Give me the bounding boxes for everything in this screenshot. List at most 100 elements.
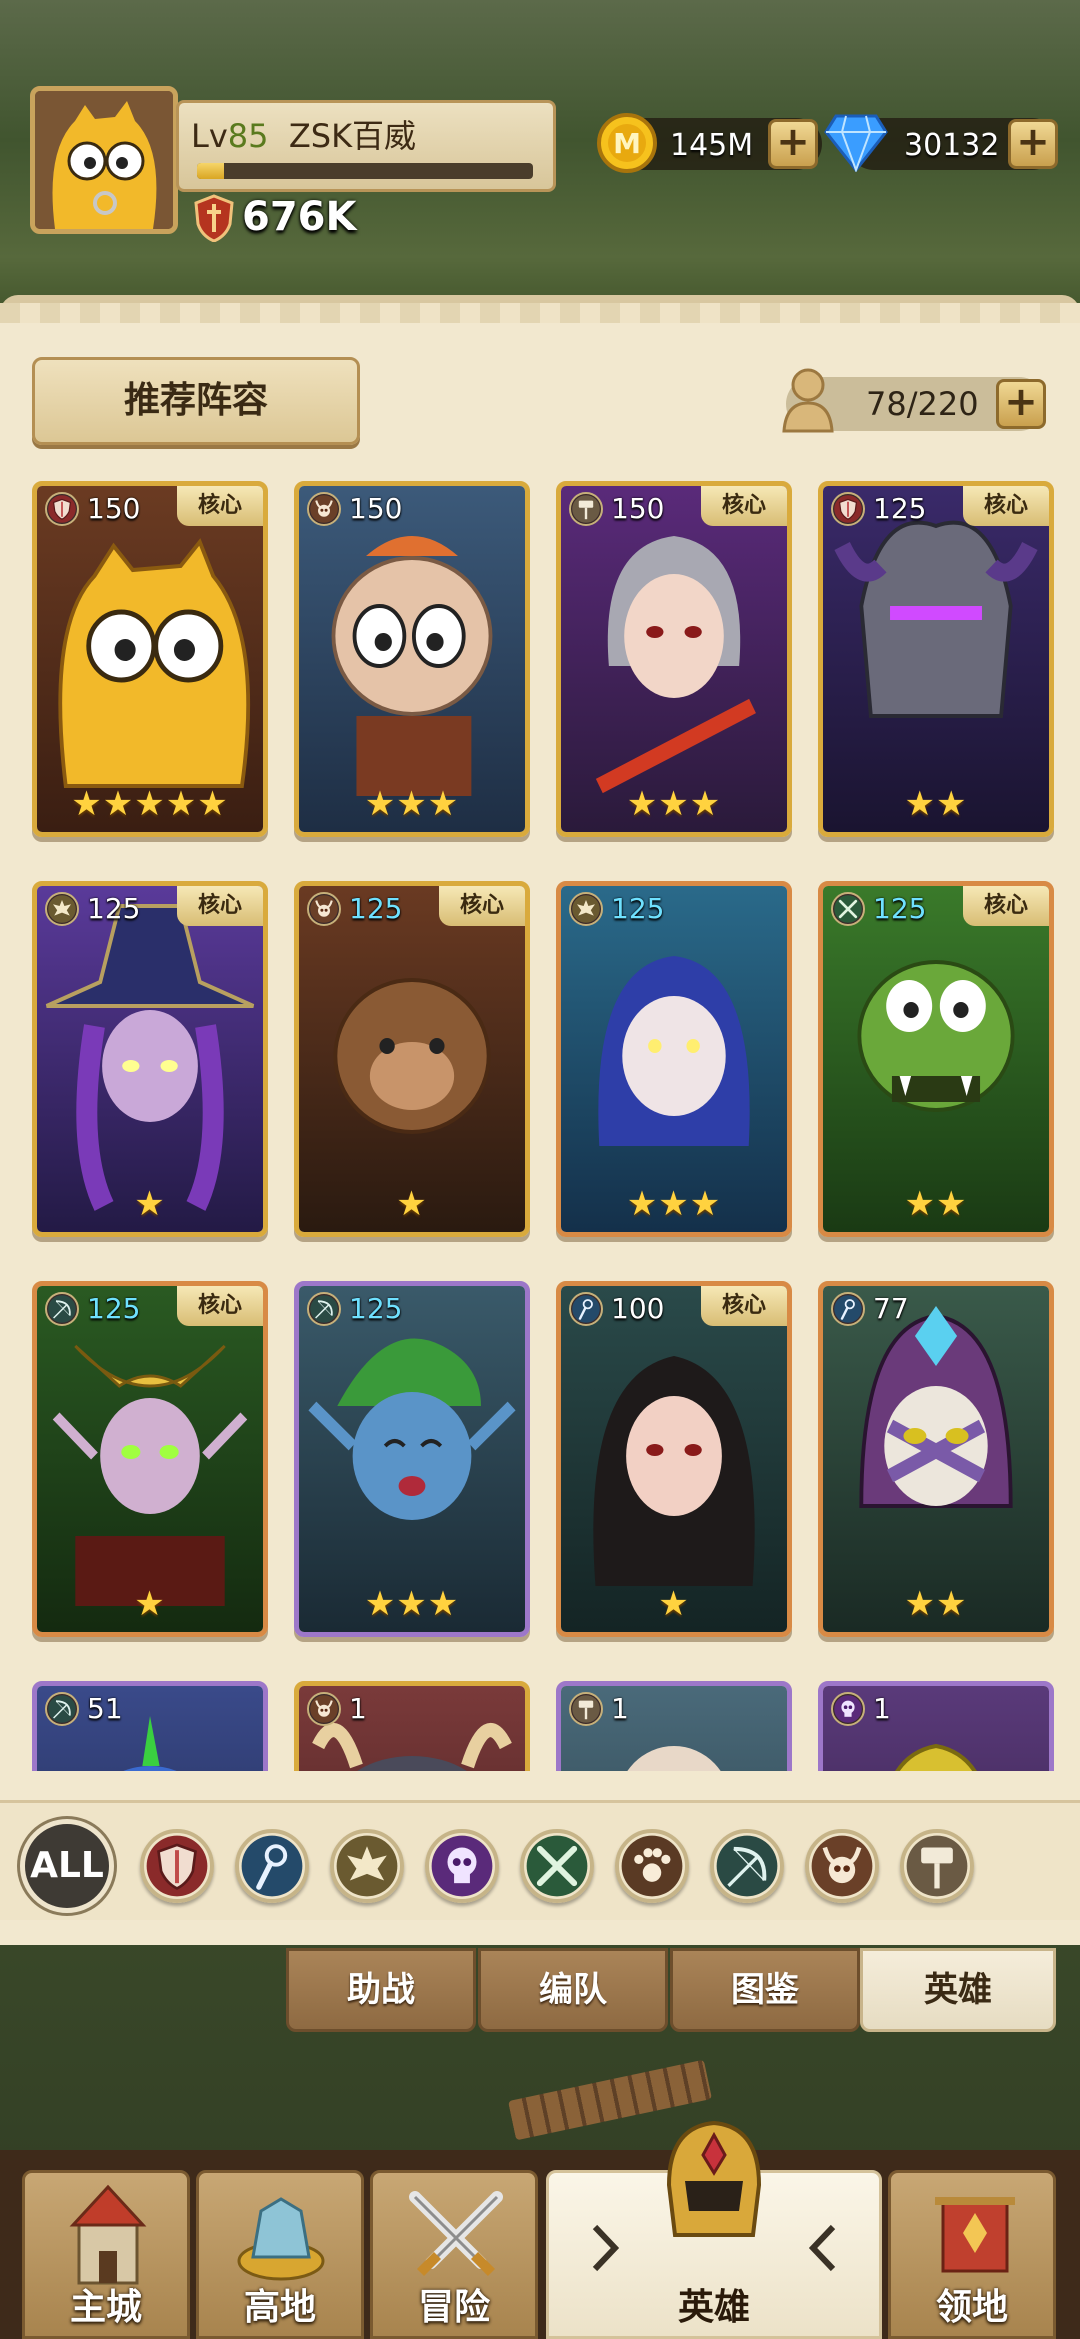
hero-level: 125 xyxy=(45,892,140,926)
hammer-icon xyxy=(569,1692,603,1726)
player-level-name: Lv85 ZSK百威 xyxy=(191,111,416,157)
filter-paw-icon[interactable] xyxy=(615,1829,689,1903)
hero-stars: ★★ xyxy=(904,784,968,824)
hero-stars: ★★★ xyxy=(364,784,460,824)
hero-panel: 推荐阵容 78/220 + 150 核心 ★★★★★ 150 ★★★ 150 核心 ★★★ 12… xyxy=(0,295,1080,1945)
hero-card[interactable]: 125 ★★★ xyxy=(294,1281,530,1637)
hero-card[interactable]: 125 ★★★ xyxy=(556,881,792,1237)
panel-border-pattern xyxy=(0,303,1080,323)
nav-label: 高地 xyxy=(243,2287,316,2328)
hero-card[interactable]: 125 核心 ★★ xyxy=(818,481,1054,837)
hero-stars: ★ xyxy=(134,1584,166,1624)
hero-capacity: 78/220 + xyxy=(782,368,1046,433)
filter-staff-icon[interactable] xyxy=(235,1829,309,1903)
chevron-right-icon xyxy=(592,2224,619,2272)
blue-goblin-portrait xyxy=(299,1286,525,1632)
hero-level-value: 1 xyxy=(873,1692,891,1725)
hero-stars: ★★★ xyxy=(626,1184,722,1224)
nav-label: 英雄 xyxy=(677,2287,750,2328)
core-badge: 核心 xyxy=(177,1286,263,1326)
hero-card[interactable]: 125 核心 ★★ xyxy=(818,881,1054,1237)
nav-main-city[interactable]: 主城 xyxy=(22,2170,190,2339)
nav-adventure[interactable]: 冒险 xyxy=(370,2170,538,2339)
elf-queen-portrait xyxy=(37,1286,263,1632)
gold-coin-icon: M xyxy=(597,113,657,173)
filter-horned-skull-icon[interactable] xyxy=(805,1829,879,1903)
hero-level-value: 150 xyxy=(611,492,665,525)
hero-card[interactable]: 51 xyxy=(32,1681,268,1771)
expand-capacity-button[interactable]: + xyxy=(996,379,1046,429)
player-info-panel: Lv85 ZSK百威 xyxy=(176,100,556,192)
filter-skull-icon[interactable] xyxy=(425,1829,499,1903)
add-gem-button[interactable]: + xyxy=(1008,119,1058,169)
hero-level: 1 xyxy=(569,1692,629,1726)
hero-grid[interactable]: 150 核心 ★★★★★ 150 ★★★ 150 核心 ★★★ 125 核心 ★★ 125 核心 ★ 125… xyxy=(32,481,1056,1771)
level-prefix: Lv xyxy=(191,117,228,155)
shield-icon xyxy=(831,492,865,526)
core-badge: 核心 xyxy=(963,886,1049,926)
hero-card[interactable]: 150 ★★★ xyxy=(294,481,530,837)
hero-card[interactable]: 125 核心 ★ xyxy=(32,881,268,1237)
tab-codex[interactable]: 图鉴 xyxy=(670,1948,860,2032)
nav-label: 领地 xyxy=(935,2287,1008,2328)
player-name: ZSK百威 xyxy=(288,117,417,155)
core-badge: 核心 xyxy=(963,486,1049,526)
hero-level: 77 xyxy=(831,1292,909,1326)
nav-label: 主城 xyxy=(69,2287,142,2328)
tab-support[interactable]: 助战 xyxy=(286,1948,476,2032)
hero-card[interactable]: 77 ★★ xyxy=(818,1281,1054,1637)
hero-card[interactable]: 150 核心 ★★★★★ xyxy=(32,481,268,837)
core-badge: 核心 xyxy=(439,886,525,926)
hero-level-value: 125 xyxy=(611,892,665,925)
gem-value: 30132 xyxy=(904,128,1000,163)
filter-shield-icon[interactable] xyxy=(140,1829,214,1903)
hero-card[interactable]: 1 xyxy=(294,1681,530,1771)
recommended-lineup-button[interactable]: 推荐阵容 xyxy=(32,357,360,445)
hero-level: 150 xyxy=(569,492,664,526)
hero-level-value: 125 xyxy=(87,1292,141,1325)
nav-label: 冒险 xyxy=(417,2287,490,2328)
hero-level: 125 xyxy=(307,1292,402,1326)
core-badge: 核心 xyxy=(177,486,263,526)
tab-formation[interactable]: 编队 xyxy=(478,1948,668,2032)
hero-level-value: 100 xyxy=(611,1292,665,1325)
hero-card[interactable]: 125 核心 ★ xyxy=(294,881,530,1237)
dark-knight-portrait xyxy=(823,486,1049,832)
hero-level-value: 125 xyxy=(87,892,141,925)
hero-level: 125 xyxy=(831,892,926,926)
hero-level: 150 xyxy=(307,492,402,526)
power-shield-icon xyxy=(194,194,234,242)
horned-skull-icon xyxy=(307,892,341,926)
hero-level-value: 51 xyxy=(87,1692,123,1725)
svg-text:M: M xyxy=(613,127,641,160)
add-gold-button[interactable]: + xyxy=(768,119,818,169)
skull-icon xyxy=(831,1692,865,1726)
phoenix-icon xyxy=(569,892,603,926)
player-avatar[interactable] xyxy=(30,86,178,234)
nav-territory[interactable]: 领地 xyxy=(888,2170,1056,2339)
hero-card[interactable]: 1 xyxy=(818,1681,1054,1771)
hero-stars: ★★ xyxy=(904,1184,968,1224)
hero-level-value: 1 xyxy=(611,1692,629,1725)
filter-all-button[interactable]: ALL xyxy=(20,1819,114,1913)
hero-card[interactable]: 100 核心 ★ xyxy=(556,1281,792,1637)
hero-stars: ★★★ xyxy=(626,784,722,824)
nav-highland[interactable]: 高地 xyxy=(196,2170,364,2339)
filter-crossed-swords-icon[interactable] xyxy=(520,1829,594,1903)
core-badge: 核心 xyxy=(177,886,263,926)
hero-level-value: 1 xyxy=(349,1692,367,1725)
hero-level: 1 xyxy=(831,1692,891,1726)
nav-heroes[interactable]: 英雄 xyxy=(546,2120,882,2339)
hero-card[interactable]: 1 xyxy=(556,1681,792,1771)
staff-icon xyxy=(569,1292,603,1326)
filter-phoenix-icon[interactable] xyxy=(330,1829,404,1903)
silver-hair-warrior-portrait xyxy=(561,486,787,832)
filter-hammer-icon[interactable] xyxy=(900,1829,974,1903)
hero-card[interactable]: 150 核心 ★★★ xyxy=(556,481,792,837)
xp-fill xyxy=(197,163,224,179)
skull-mage-portrait xyxy=(823,1286,1049,1632)
tab-heroes[interactable]: 英雄 xyxy=(860,1948,1056,2032)
bow-icon xyxy=(307,1292,341,1326)
hero-card[interactable]: 125 核心 ★ xyxy=(32,1281,268,1637)
filter-bow-icon[interactable] xyxy=(710,1829,784,1903)
